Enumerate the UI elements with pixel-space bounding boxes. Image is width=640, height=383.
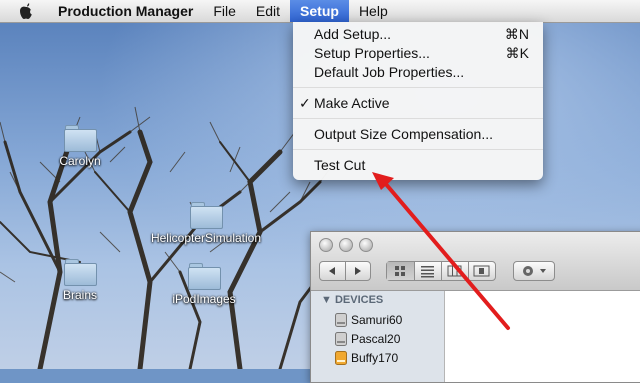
finder-window: ▼ DEVICES Samuri60 Pascal20 Buffy170 bbox=[310, 231, 640, 383]
finder-toolbar bbox=[311, 232, 640, 291]
menu-item-make-active[interactable]: ✓ Make Active bbox=[293, 94, 543, 113]
devices-heading-label: DEVICES bbox=[334, 294, 384, 306]
menu-item-label: Default Job Properties... bbox=[314, 64, 465, 80]
desktop-icon-label: HelicopterSimulation bbox=[150, 231, 262, 245]
menu-item-shortcut: ⌘N bbox=[504, 26, 529, 42]
view-mode-buttons bbox=[386, 261, 496, 281]
checkmark-icon: ✓ bbox=[299, 95, 311, 111]
forward-arrow-icon bbox=[355, 267, 361, 275]
menu-item-label: Test Cut bbox=[314, 157, 366, 173]
menu-item-setup-properties[interactable]: Setup Properties... ⌘K bbox=[293, 44, 543, 63]
close-button[interactable] bbox=[319, 238, 333, 252]
folder-icon bbox=[64, 125, 97, 152]
menu-item-label: Make Active bbox=[314, 95, 390, 111]
menu-bar: Production Manager File Edit Setup Help bbox=[0, 0, 640, 23]
menu-item-label: Add Setup... bbox=[314, 26, 392, 42]
menu-item-shortcut: ⌘K bbox=[505, 45, 529, 61]
back-forward-buttons bbox=[319, 261, 371, 281]
menu-setup[interactable]: Setup bbox=[290, 0, 349, 22]
disk-icon bbox=[335, 332, 347, 346]
desktop-icon-label: Carolyn bbox=[59, 154, 101, 168]
menu-separator bbox=[293, 118, 543, 119]
setup-menu-dropdown: Add Setup... ⌘N Setup Properties... ⌘K D… bbox=[293, 22, 543, 180]
desktop-folder-ipodimages[interactable]: iPodImages bbox=[160, 263, 248, 306]
menu-item-test-cut[interactable]: Test Cut bbox=[293, 156, 543, 175]
folder-icon bbox=[64, 259, 97, 286]
minimize-button[interactable] bbox=[339, 238, 353, 252]
desktop-icon-label: iPodImages bbox=[172, 292, 236, 306]
folder-icon bbox=[188, 263, 221, 290]
menu-item-output-size-compensation[interactable]: Output Size Compensation... bbox=[293, 125, 543, 144]
disclosure-triangle-icon[interactable]: ▼ bbox=[321, 294, 332, 306]
view-list-button[interactable] bbox=[414, 262, 442, 280]
menu-item-add-setup[interactable]: Add Setup... ⌘N bbox=[293, 25, 543, 44]
apple-logo-icon[interactable] bbox=[18, 2, 34, 20]
external-disk-icon bbox=[335, 351, 347, 365]
menu-separator bbox=[293, 149, 543, 150]
menu-item-default-job-properties[interactable]: Default Job Properties... bbox=[293, 63, 543, 82]
menu-item-label: Setup Properties... bbox=[314, 45, 430, 61]
desktop-folder-helicoptersimulation[interactable]: HelicopterSimulation bbox=[140, 202, 272, 245]
back-arrow-icon bbox=[329, 267, 335, 275]
menu-help[interactable]: Help bbox=[349, 0, 398, 22]
gear-icon bbox=[523, 266, 546, 276]
menu-file[interactable]: File bbox=[203, 0, 246, 22]
desktop-folder-brains[interactable]: Brains bbox=[50, 259, 110, 302]
menu-edit[interactable]: Edit bbox=[246, 0, 290, 22]
sidebar-item-label: Samuri60 bbox=[351, 313, 403, 327]
desktop-icon-label: Brains bbox=[62, 288, 97, 302]
devices-heading: ▼ DEVICES bbox=[321, 294, 383, 306]
menu-item-label: Output Size Compensation... bbox=[314, 126, 493, 142]
disk-icon bbox=[335, 313, 347, 327]
menu-app-name[interactable]: Production Manager bbox=[48, 0, 203, 22]
forward-button[interactable] bbox=[345, 262, 370, 280]
view-coverflow-button[interactable] bbox=[468, 262, 495, 280]
back-button[interactable] bbox=[320, 262, 346, 280]
desktop-folder-carolyn[interactable]: Carolyn bbox=[50, 125, 110, 168]
sidebar-item-label: Buffy170 bbox=[351, 351, 399, 365]
icon-view-icon bbox=[395, 266, 405, 276]
zoom-button[interactable] bbox=[359, 238, 373, 252]
action-menu-button[interactable] bbox=[513, 261, 555, 281]
folder-icon bbox=[190, 202, 223, 229]
sidebar-item-label: Pascal20 bbox=[351, 332, 401, 346]
coverflow-view-icon bbox=[473, 265, 490, 277]
menu-separator bbox=[293, 87, 543, 88]
finder-sidebar: ▼ DEVICES Samuri60 Pascal20 Buffy170 bbox=[311, 291, 445, 382]
list-view-icon bbox=[421, 266, 434, 278]
column-view-icon bbox=[447, 265, 462, 277]
view-icons-button[interactable] bbox=[387, 262, 415, 280]
view-columns-button[interactable] bbox=[441, 262, 469, 280]
